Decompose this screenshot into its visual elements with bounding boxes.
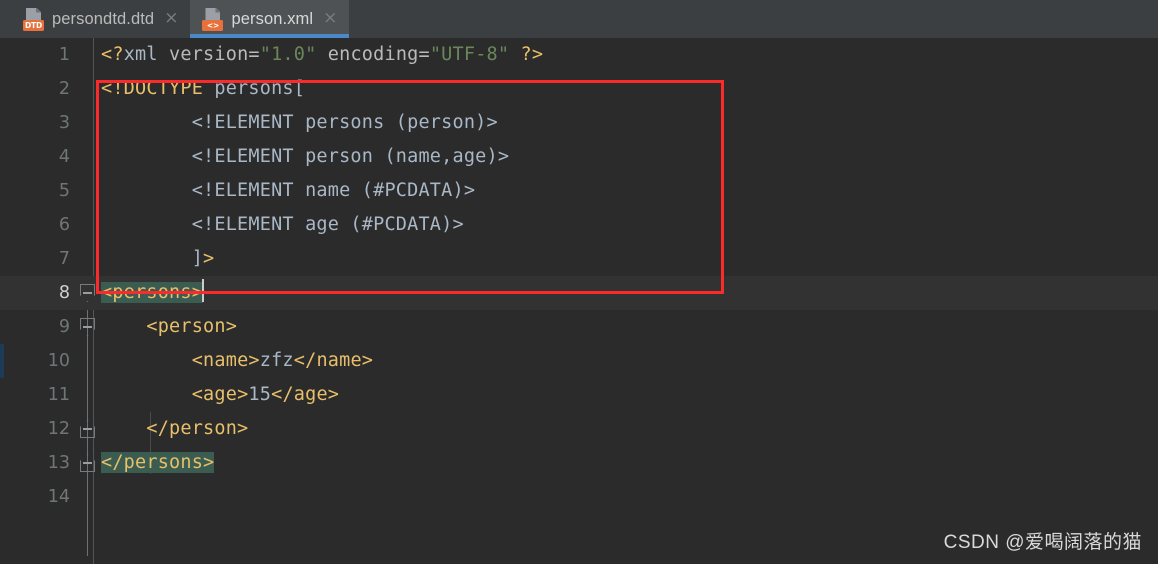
line-content-11: <age>15</age> (101, 378, 339, 412)
token-tag-name-close: </name> (293, 350, 374, 371)
token-tag-persons-close: </persons> (101, 452, 215, 473)
line-number: 13 (47, 453, 70, 473)
tab-label-persondtd-dtd: persondtd.dtd (52, 9, 155, 28)
code-line[interactable]: 1 <?xml version="1.0" encoding="UTF-8" ?… (0, 38, 1158, 72)
line-number: 3 (58, 113, 70, 133)
line-number: 8 (58, 283, 70, 303)
token-pi-name: xml (123, 44, 158, 65)
code-line-current[interactable]: 8 <persons> (0, 276, 1158, 310)
tab-label-person-xml: person.xml (231, 9, 314, 28)
line-content-1: <?xml version="1.0" encoding="UTF-8" ?> (101, 38, 543, 72)
token-doctype-close: > (203, 248, 215, 269)
token-attr-version: version= (157, 44, 260, 65)
xml-file-icon: <> (202, 7, 224, 31)
line-number: 14 (47, 487, 70, 507)
code-line[interactable]: 6 <!ELEMENT age (#PCDATA)> (0, 208, 1158, 242)
token-tag-name-open: <name> (191, 350, 260, 371)
line-number: 5 (58, 181, 70, 201)
fold-toggle-icon[interactable] (79, 420, 96, 438)
line-content-3: <!ELEMENT persons (person)> (101, 112, 498, 133)
token-tag-persons-open: <persons> (101, 282, 204, 303)
tab-persondtd-dtd[interactable]: DTD persondtd.dtd × (11, 0, 191, 38)
line-content-2: <!DOCTYPE persons[ (101, 72, 305, 106)
line-number: 10 (47, 351, 70, 371)
xml-file-icon-badge: <> (202, 19, 224, 31)
token-pi-open: <? (101, 44, 124, 65)
token-doctype-name: persons[ (203, 78, 306, 99)
code-line[interactable]: 7 ]> (0, 242, 1158, 276)
token-value-version: "1.0" (259, 44, 317, 65)
code-line[interactable]: 2 <!DOCTYPE persons[ (0, 72, 1158, 106)
line-content-8: <persons> (101, 276, 205, 310)
fold-toggle-icon[interactable] (79, 318, 96, 336)
code-line[interactable]: 9 <person> (0, 310, 1158, 344)
token-bracket-close: ] (101, 248, 204, 269)
line-content-10: <name>zfz</name> (101, 344, 373, 378)
editor-tab-bar: DTD persondtd.dtd × <> person.xml × (0, 0, 1158, 38)
token-tag-age-close: </age> (271, 384, 340, 405)
line-content-13: </persons> (101, 446, 215, 480)
line-number: 1 (58, 45, 70, 65)
tabbar-left-gap (0, 0, 11, 38)
ide-window: DTD persondtd.dtd × <> person.xml × 1 <?… (0, 0, 1158, 564)
token-tag-age-open: <age> (191, 384, 249, 405)
code-line[interactable]: 13 </persons> (0, 446, 1158, 480)
close-icon[interactable]: × (321, 9, 339, 29)
token-text-age-value: 15 (248, 384, 272, 405)
line-number: 12 (47, 419, 70, 439)
line-number: 2 (58, 79, 70, 99)
tab-person-xml[interactable]: <> person.xml × (190, 0, 350, 38)
token-attr-encoding: encoding= (316, 44, 430, 65)
code-line[interactable]: 3 <!ELEMENT persons (person)> (0, 106, 1158, 140)
fold-toggle-icon[interactable] (79, 284, 96, 302)
token-doctype-keyword: <!DOCTYPE (101, 78, 204, 99)
code-line[interactable]: 11 <age>15</age> (0, 378, 1158, 412)
fold-toggle-icon[interactable] (79, 454, 96, 472)
dtd-file-icon: DTD (23, 7, 44, 31)
line-number: 6 (58, 215, 70, 235)
token-pi-close: ?> (509, 44, 544, 65)
close-icon[interactable]: × (162, 9, 180, 29)
code-line[interactable]: 14 (0, 480, 1158, 514)
token-text-name-value: zfz (259, 350, 294, 371)
line-content-4: <!ELEMENT person (name,age)> (101, 146, 510, 167)
text-caret (202, 279, 205, 302)
code-line[interactable]: 10 <name>zfz</name> (0, 344, 1158, 378)
watermark-text: CSDN @爱喝阔落的猫 (943, 532, 1142, 553)
code-editor[interactable]: 1 <?xml version="1.0" encoding="UTF-8" ?… (0, 38, 1158, 564)
line-content-6: <!ELEMENT age (#PCDATA)> (101, 214, 464, 235)
line-number: 9 (58, 317, 70, 337)
line-number: 11 (47, 385, 70, 405)
line-content-5: <!ELEMENT name (#PCDATA)> (101, 180, 476, 201)
line-content-9: <person> (101, 316, 238, 337)
line-number: 7 (58, 249, 70, 269)
line-content-12: </person> (101, 418, 249, 439)
token-value-encoding: "UTF-8" (429, 44, 510, 65)
code-line[interactable]: 5 <!ELEMENT name (#PCDATA)> (0, 174, 1158, 208)
line-number: 4 (58, 147, 70, 167)
code-line[interactable]: 4 <!ELEMENT person (name,age)> (0, 140, 1158, 174)
code-line[interactable]: 12 </person> (0, 412, 1158, 446)
line-content-7: ]> (101, 242, 214, 276)
dtd-file-icon-badge: DTD (23, 19, 44, 31)
